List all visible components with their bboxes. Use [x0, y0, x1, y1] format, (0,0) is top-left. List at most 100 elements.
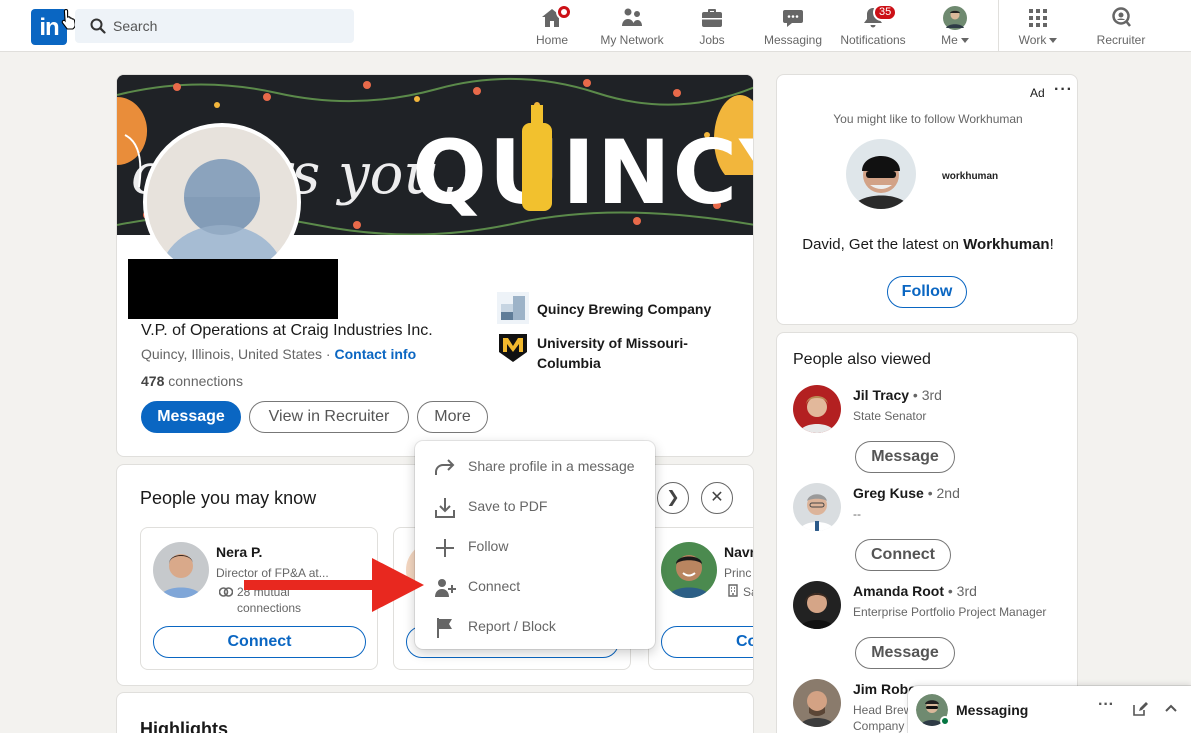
nav-me[interactable]: Me [933, 4, 977, 50]
connect-button[interactable]: Connect [855, 539, 951, 571]
me-avatar [943, 6, 967, 30]
online-status-dot [940, 716, 950, 726]
message-button[interactable]: Message [855, 637, 955, 669]
connections-label: connections [164, 373, 243, 389]
nav-messaging[interactable]: Messaging [760, 4, 826, 50]
messaging-overlay-bar[interactable]: Messaging ··· [908, 686, 1191, 733]
message-button[interactable]: Message [141, 401, 241, 433]
pymk-dismiss-button[interactable]: ✕ [701, 482, 733, 514]
building-icon [728, 584, 738, 597]
compose-icon[interactable] [1132, 701, 1148, 717]
person-degree: • 3rd [944, 583, 977, 599]
add-person-icon [435, 579, 456, 597]
pymk-title: People you may know [140, 488, 317, 508]
nav-work-label-wrap: Work [1014, 33, 1062, 47]
nav-home[interactable]: Home [526, 4, 578, 50]
menu-item-share-profile[interactable]: Share profile in a message [415, 446, 655, 486]
nav-me-label-wrap: Me [933, 33, 977, 47]
ad-follow-button[interactable]: Follow [887, 276, 967, 308]
view-in-recruiter-button[interactable]: View in Recruiter [249, 401, 409, 433]
education-school[interactable]: University of Missouri- Columbia [537, 333, 688, 373]
nav-notifications[interactable]: 35 Notifications [836, 4, 910, 50]
person-name-line[interactable]: Amanda Root • 3rd [853, 583, 977, 599]
person-title: Head Brew [853, 703, 913, 717]
person-name-line[interactable]: Greg Kuse • 2nd [853, 485, 960, 501]
highlights-title: Highlights [140, 719, 228, 733]
flag-icon [437, 618, 452, 638]
ad-intro: You might like to follow Workhuman [833, 112, 1023, 126]
person-photo[interactable] [793, 385, 841, 433]
person-name-line[interactable]: Jil Tracy • 3rd [853, 387, 942, 403]
location-text: Quincy, Illinois, United States · [141, 346, 335, 362]
more-actions-menu: Share profile in a message Save to PDF F… [415, 441, 655, 649]
banner-text: QUINCY [412, 121, 754, 224]
chevron-right-icon: ❯ [666, 489, 680, 506]
person-company: Sa [743, 585, 753, 599]
ad-label: Ad [1030, 86, 1045, 100]
search-box[interactable] [75, 9, 354, 43]
recruiter-icon [1112, 7, 1131, 27]
profile-location: Quincy, Illinois, United States · Contac… [141, 346, 416, 362]
menu-item-save-pdf[interactable]: Save to PDF [415, 486, 655, 526]
network-icon [622, 8, 642, 26]
ad-options-icon[interactable]: ··· [1054, 81, 1073, 99]
person-photo[interactable] [793, 679, 841, 727]
messaging-label: Messaging [956, 702, 1029, 718]
current-company[interactable]: Quincy Brewing Company [537, 299, 711, 319]
home-notification-dot [556, 4, 572, 20]
person-name-line[interactable]: Jim Robe [853, 681, 916, 697]
work-dropdown-caret-icon [1049, 38, 1058, 44]
menu-item-report-block[interactable]: Report / Block [415, 606, 655, 646]
person-photo[interactable] [793, 483, 841, 531]
person-photo[interactable] [661, 542, 717, 598]
default-avatar-icon [147, 127, 297, 277]
search-input[interactable] [113, 9, 343, 43]
connect-button[interactable]: Connect [153, 626, 366, 658]
menu-item-label: Save to PDF [468, 498, 548, 514]
nav-notifications-label: Notifications [840, 33, 906, 47]
profile-photo[interactable] [143, 123, 301, 281]
person-degree: • 2nd [923, 485, 960, 501]
person-title: -- [853, 507, 861, 521]
person-photo[interactable] [793, 581, 841, 629]
workhuman-logo: workhuman [942, 171, 999, 182]
chevron-up-icon[interactable] [1164, 703, 1178, 713]
briefcase-icon [702, 9, 722, 27]
person-title: State Senator [853, 409, 927, 423]
ad-pitch-brand: Workhuman [963, 236, 1050, 253]
nav-me-label: Me [941, 33, 958, 47]
share-icon [435, 459, 455, 475]
connections-number: 478 [141, 373, 165, 389]
top-nav: in Home My Network Jobs Messaging [0, 0, 1191, 52]
connect-button[interactable]: Co [661, 626, 753, 658]
redacted-name [128, 259, 338, 319]
nav-work[interactable]: Work [1014, 4, 1062, 50]
close-icon: ✕ [710, 489, 724, 506]
profile-card: cheers you, QUINCY V.P. of Operations at… [116, 74, 754, 457]
me-dropdown-caret-icon [960, 38, 969, 44]
more-button[interactable]: More [417, 401, 488, 433]
nav-recruiter[interactable]: Recruiter [1090, 4, 1152, 50]
pymk-next-button[interactable]: ❯ [657, 482, 689, 514]
messaging-options-icon[interactable]: ··· [1098, 696, 1114, 714]
member-photo [846, 139, 916, 209]
contact-info-link[interactable]: Contact info [334, 346, 416, 362]
message-button[interactable]: Message [855, 441, 955, 473]
company-logo-placeholder-icon[interactable] [497, 292, 529, 324]
nav-home-label: Home [535, 33, 568, 47]
chat-bubble-icon [783, 10, 803, 27]
university-logo-icon[interactable] [497, 332, 529, 364]
nav-my-network[interactable]: My Network [592, 4, 672, 50]
menu-item-follow[interactable]: Follow [415, 526, 655, 566]
person-name[interactable]: Navr [724, 544, 753, 560]
red-arrow-annotation-icon [244, 558, 424, 612]
person-title-line2: Company [853, 719, 905, 733]
nav-my-network-label: My Network [600, 33, 664, 47]
person-title: Enterprise Portfolio Project Manager [853, 605, 1047, 619]
menu-item-connect[interactable]: Connect [415, 566, 655, 606]
nav-jobs[interactable]: Jobs [690, 4, 734, 50]
connections-count[interactable]: 478 connections [141, 373, 243, 389]
person-photo[interactable] [153, 542, 209, 598]
person-degree: • 3rd [909, 387, 942, 403]
menu-item-label: Connect [468, 578, 521, 594]
